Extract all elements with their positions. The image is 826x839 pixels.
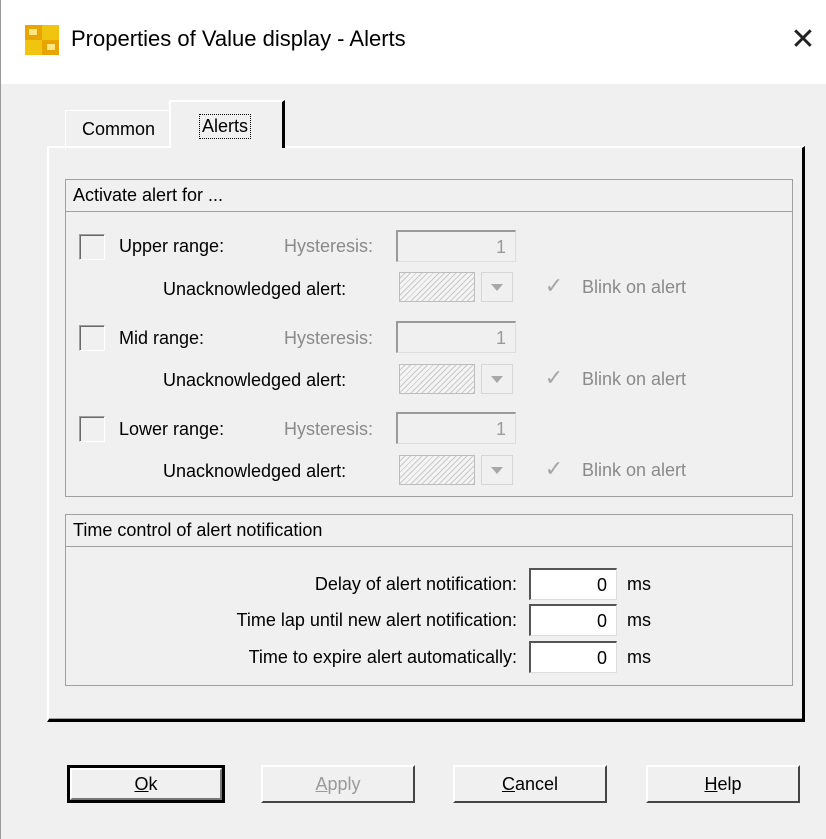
tab-common[interactable]: Common bbox=[65, 110, 170, 149]
tab-alerts-label: Alerts bbox=[198, 114, 252, 139]
lower-hysteresis-label: Hysteresis: bbox=[284, 419, 374, 439]
expire-label: Time to expire alert automatically: bbox=[248, 647, 517, 667]
chevron-down-icon[interactable] bbox=[481, 272, 513, 302]
lower-hysteresis-field[interactable]: 1 bbox=[396, 412, 516, 444]
cancel-mnemonic: C bbox=[501, 774, 515, 794]
mid-blink-check-icon[interactable]: ✓ bbox=[540, 364, 568, 392]
dialog-window: Properties of Value display - Alerts ✕ C… bbox=[0, 0, 826, 839]
apply-label-rest: pply bbox=[327, 774, 361, 794]
upper-unack-color-swatch[interactable] bbox=[399, 272, 475, 302]
mid-hysteresis-field[interactable]: 1 bbox=[396, 321, 516, 353]
ok-button[interactable]: Ok bbox=[67, 765, 225, 803]
apply-mnemonic: A bbox=[315, 774, 328, 794]
time-lap-field[interactable]: 0 bbox=[529, 604, 617, 636]
expire-field[interactable]: 0 bbox=[529, 641, 617, 673]
upper-hysteresis-label: Hysteresis: bbox=[284, 236, 374, 256]
lower-unack-color-swatch[interactable] bbox=[399, 455, 475, 485]
chevron-down-icon[interactable] bbox=[481, 364, 513, 394]
lower-blink-check-icon[interactable]: ✓ bbox=[540, 455, 568, 483]
upper-blink-label: Blink on alert bbox=[582, 277, 687, 297]
mid-unack-label: Unacknowledged alert: bbox=[163, 370, 347, 390]
help-label-rest: elp bbox=[717, 774, 742, 794]
time-lap-unit: ms bbox=[627, 610, 651, 630]
lower-blink-label: Blink on alert bbox=[582, 460, 687, 480]
mid-range-checkbox[interactable] bbox=[79, 325, 105, 351]
delay-field[interactable]: 0 bbox=[529, 568, 617, 600]
chevron-down-icon[interactable] bbox=[481, 455, 513, 485]
time-control-title: Time control of alert notification bbox=[66, 515, 792, 547]
apply-button[interactable]: Apply bbox=[261, 765, 415, 803]
title-bar: Properties of Value display - Alerts ✕ bbox=[1, 0, 826, 84]
upper-range-checkbox[interactable] bbox=[79, 234, 105, 260]
lower-unack-label: Unacknowledged alert: bbox=[163, 461, 347, 481]
upper-hysteresis-field[interactable]: 1 bbox=[396, 230, 516, 262]
window-title: Properties of Value display - Alerts bbox=[71, 26, 406, 51]
close-icon[interactable]: ✕ bbox=[782, 18, 824, 62]
activate-alert-title: Activate alert for ... bbox=[66, 180, 792, 212]
lower-range-checkbox[interactable] bbox=[79, 416, 105, 442]
mid-range-label: Mid range: bbox=[119, 328, 205, 348]
cancel-button[interactable]: Cancel bbox=[453, 765, 607, 803]
help-button[interactable]: Help bbox=[646, 765, 800, 803]
mid-blink-label: Blink on alert bbox=[582, 369, 687, 389]
mid-unack-color-swatch[interactable] bbox=[399, 364, 475, 394]
cancel-label-rest: ancel bbox=[514, 774, 559, 794]
delay-unit: ms bbox=[627, 574, 651, 594]
tab-alerts[interactable]: Alerts bbox=[169, 100, 285, 148]
delay-label: Delay of alert notification: bbox=[314, 574, 517, 594]
lower-range-label: Lower range: bbox=[119, 419, 225, 439]
help-mnemonic: H bbox=[704, 774, 718, 794]
upper-unack-label: Unacknowledged alert: bbox=[163, 279, 347, 299]
upper-range-label: Upper range: bbox=[119, 236, 225, 256]
time-lap-label: Time lap until new alert notification: bbox=[236, 610, 517, 630]
app-icon bbox=[25, 25, 59, 55]
upper-blink-check-icon[interactable]: ✓ bbox=[540, 272, 568, 300]
ok-mnemonic: O bbox=[134, 774, 149, 794]
expire-unit: ms bbox=[627, 647, 651, 667]
tab-common-label: Common bbox=[82, 119, 156, 139]
mid-hysteresis-label: Hysteresis: bbox=[284, 328, 374, 348]
ok-label-rest: k bbox=[148, 774, 158, 794]
